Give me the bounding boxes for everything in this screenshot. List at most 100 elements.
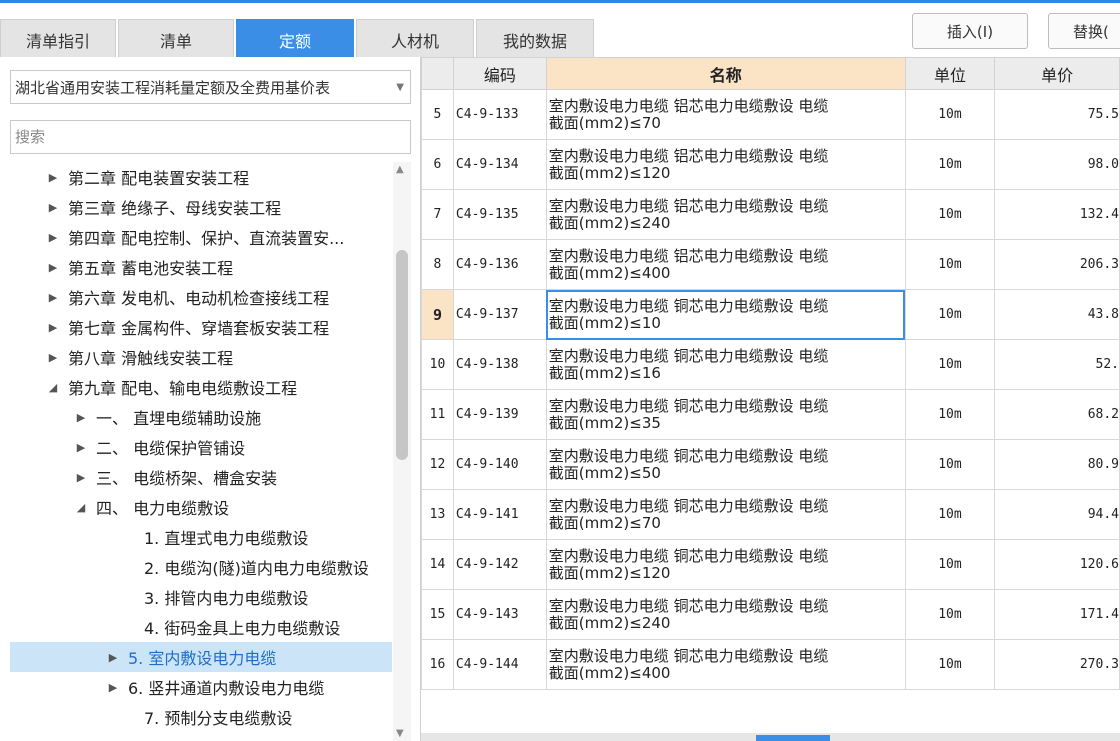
row-name[interactable]: 室内敷设电力电缆 铝芯电力电缆敷设 电缆 截面(mm2)≤70 bbox=[545, 89, 906, 140]
row-unit[interactable]: 10m bbox=[904, 289, 996, 340]
table-row[interactable]: 15 C4-9-143 室内敷设电力电缆 铜芯电力电缆敷设 电缆 截面(mm2)≤… bbox=[421, 589, 1120, 640]
expand-arrow-icon[interactable]: ▶ bbox=[46, 171, 60, 184]
tree-item-chapter-8[interactable]: ▶ 第八章 滑触线安装工程 bbox=[10, 342, 392, 372]
row-name[interactable]: 室内敷设电力电缆 铜芯电力电缆敷设 电缆 截面(mm2)≤400 bbox=[545, 639, 906, 690]
tree-item-chapter-4[interactable]: ▶ 第四章 配电控制、保护、直流装置安... bbox=[10, 222, 392, 252]
row-unit[interactable]: 10m bbox=[904, 389, 996, 440]
row-code[interactable]: C4-9-142 bbox=[452, 539, 547, 590]
row-price[interactable]: 94.4 bbox=[994, 489, 1120, 540]
tree-item-subsection-3[interactable]: 3. 排管内电力电缆敷设 bbox=[10, 582, 392, 612]
row-code[interactable]: C4-9-136 bbox=[452, 239, 547, 290]
row-price[interactable]: 98.0 bbox=[994, 139, 1120, 190]
header-price[interactable]: 单价 bbox=[994, 57, 1120, 90]
tree-item-chapter-5[interactable]: ▶ 第五章 蓄电池安装工程 bbox=[10, 252, 392, 282]
row-unit[interactable]: 10m bbox=[904, 589, 996, 640]
table-row[interactable]: 14 C4-9-142 室内敷设电力电缆 铜芯电力电缆敷设 电缆 截面(mm2)≤… bbox=[421, 539, 1120, 590]
table-row-active[interactable]: 9 C4-9-137 室内敷设电力电缆 铜芯电力电缆敷设 电缆 截面(mm2)≤1… bbox=[421, 289, 1120, 340]
tab-bill[interactable]: 清单 bbox=[118, 19, 234, 59]
table-scrollbar-thumb[interactable] bbox=[756, 735, 830, 741]
tree-item-section-4[interactable]: ◢ 四、 电力电缆敷设 bbox=[10, 492, 392, 522]
row-price[interactable]: 171.4 bbox=[994, 589, 1120, 640]
row-name[interactable]: 室内敷设电力电缆 铝芯电力电缆敷设 电缆 截面(mm2)≤120 bbox=[545, 139, 906, 190]
expand-arrow-icon[interactable]: ▶ bbox=[46, 291, 60, 304]
row-unit[interactable]: 10m bbox=[904, 539, 996, 590]
row-code[interactable]: C4-9-137 bbox=[452, 289, 547, 340]
chevron-down-icon[interactable]: ▼ bbox=[396, 82, 404, 93]
tree-item-chapter-3[interactable]: ▶ 第三章 绝缘子、母线安装工程 bbox=[10, 192, 392, 222]
scroll-down-icon[interactable]: ▼ bbox=[396, 728, 404, 739]
row-code[interactable]: C4-9-144 bbox=[452, 639, 547, 690]
expand-arrow-icon[interactable]: ▶ bbox=[46, 201, 60, 214]
tree-item-subsection-4[interactable]: 4. 街码金具上电力电缆敷设 bbox=[10, 612, 392, 642]
tab-labor-material-machine[interactable]: 人材机 bbox=[356, 19, 474, 59]
row-price[interactable]: 43.8 bbox=[994, 289, 1120, 340]
quota-library-select[interactable]: 湖北省通用安装工程消耗量定额及全费用基价表 ▼ bbox=[10, 70, 411, 104]
row-name[interactable]: 室内敷设电力电缆 铜芯电力电缆敷设 电缆 截面(mm2)≤240 bbox=[545, 589, 906, 640]
header-unit[interactable]: 单位 bbox=[904, 57, 996, 90]
tree-item-section-1[interactable]: ▶ 一、 直埋电缆辅助设施 bbox=[10, 402, 392, 432]
collapse-arrow-icon[interactable]: ◢ bbox=[74, 501, 88, 514]
row-name[interactable]: 室内敷设电力电缆 铜芯电力电缆敷设 电缆 截面(mm2)≤70 bbox=[545, 489, 906, 540]
row-name[interactable]: 室内敷设电力电缆 铜芯电力电缆敷设 电缆 截面(mm2)≤50 bbox=[545, 439, 906, 490]
tree-scrollbar-thumb[interactable] bbox=[396, 250, 408, 460]
replace-button[interactable]: 替换( bbox=[1048, 13, 1120, 49]
table-row[interactable]: 5 C4-9-133 室内敷设电力电缆 铝芯电力电缆敷设 电缆 截面(mm2)≤7… bbox=[421, 89, 1120, 140]
expand-arrow-icon[interactable]: ▶ bbox=[46, 321, 60, 334]
expand-arrow-icon[interactable]: ▶ bbox=[74, 471, 88, 484]
tree-scrollbar[interactable]: ▲ ▼ bbox=[393, 162, 411, 741]
row-code[interactable]: C4-9-140 bbox=[452, 439, 547, 490]
table-row[interactable]: 11 C4-9-139 室内敷设电力电缆 铜芯电力电缆敷设 电缆 截面(mm2)≤… bbox=[421, 389, 1120, 440]
table-row[interactable]: 7 C4-9-135 室内敷设电力电缆 铝芯电力电缆敷设 电缆 截面(mm2)≤2… bbox=[421, 189, 1120, 240]
tree-item-section-3[interactable]: ▶ 三、 电缆桥架、槽盒安装 bbox=[10, 462, 392, 492]
tree-item-section-2[interactable]: ▶ 二、 电缆保护管铺设 bbox=[10, 432, 392, 462]
row-code[interactable]: C4-9-134 bbox=[452, 139, 547, 190]
row-name[interactable]: 室内敷设电力电缆 铜芯电力电缆敷设 电缆 截面(mm2)≤16 bbox=[545, 339, 906, 390]
row-unit[interactable]: 10m bbox=[904, 639, 996, 690]
row-price[interactable]: 270.3 bbox=[994, 639, 1120, 690]
tree-item-chapter-2[interactable]: ▶ 第二章 配电装置安装工程 bbox=[10, 162, 392, 192]
row-price[interactable]: 80.9 bbox=[994, 439, 1120, 490]
row-code[interactable]: C4-9-133 bbox=[452, 89, 547, 140]
row-price[interactable]: 120.6 bbox=[994, 539, 1120, 590]
tree-item-subsection-5[interactable]: ▶ 5. 室内敷设电力电缆 bbox=[10, 642, 392, 672]
table-row[interactable]: 16 C4-9-144 室内敷设电力电缆 铜芯电力电缆敷设 电缆 截面(mm2)≤… bbox=[421, 639, 1120, 690]
header-code[interactable]: 编码 bbox=[452, 57, 547, 90]
row-unit[interactable]: 10m bbox=[904, 439, 996, 490]
row-name[interactable]: 室内敷设电力电缆 铜芯电力电缆敷设 电缆 截面(mm2)≤10 bbox=[545, 289, 906, 340]
row-code[interactable]: C4-9-143 bbox=[452, 589, 547, 640]
tree-item-chapter-6[interactable]: ▶ 第六章 发电机、电动机检查接线工程 bbox=[10, 282, 392, 312]
search-input[interactable] bbox=[10, 120, 411, 154]
row-name[interactable]: 室内敷设电力电缆 铝芯电力电缆敷设 电缆 截面(mm2)≤400 bbox=[545, 239, 906, 290]
row-price[interactable]: 132.4 bbox=[994, 189, 1120, 240]
header-name[interactable]: 名称 bbox=[545, 57, 906, 90]
row-unit[interactable]: 10m bbox=[904, 339, 996, 390]
scroll-up-icon[interactable]: ▲ bbox=[396, 164, 404, 175]
row-code[interactable]: C4-9-141 bbox=[452, 489, 547, 540]
expand-arrow-icon[interactable]: ▶ bbox=[106, 651, 120, 664]
expand-arrow-icon[interactable]: ▶ bbox=[46, 231, 60, 244]
expand-arrow-icon[interactable]: ▶ bbox=[74, 441, 88, 454]
row-name[interactable]: 室内敷设电力电缆 铜芯电力电缆敷设 电缆 截面(mm2)≤35 bbox=[545, 389, 906, 440]
tree-item-chapter-9[interactable]: ◢ 第九章 配电、输电电缆敷设工程 bbox=[10, 372, 392, 402]
tree-item-subsection-6[interactable]: ▶ 6. 竖井通道内敷设电力电缆 bbox=[10, 672, 392, 702]
tab-quota[interactable]: 定额 bbox=[236, 19, 354, 59]
row-unit[interactable]: 10m bbox=[904, 89, 996, 140]
row-price[interactable]: 206.3 bbox=[994, 239, 1120, 290]
collapse-arrow-icon[interactable]: ◢ bbox=[46, 381, 60, 394]
row-price[interactable]: 52. bbox=[994, 339, 1120, 390]
tab-my-data[interactable]: 我的数据 bbox=[476, 19, 594, 59]
tree-item-subsection-7[interactable]: 7. 预制分支电缆敷设 bbox=[10, 702, 392, 732]
table-row[interactable]: 8 C4-9-136 室内敷设电力电缆 铝芯电力电缆敷设 电缆 截面(mm2)≤4… bbox=[421, 239, 1120, 290]
row-name[interactable]: 室内敷设电力电缆 铜芯电力电缆敷设 电缆 截面(mm2)≤120 bbox=[545, 539, 906, 590]
tree-item-subsection-1[interactable]: 1. 直埋式电力电缆敷设 bbox=[10, 522, 392, 552]
row-code[interactable]: C4-9-135 bbox=[452, 189, 547, 240]
expand-arrow-icon[interactable]: ▶ bbox=[46, 261, 60, 274]
row-unit[interactable]: 10m bbox=[904, 239, 996, 290]
tab-bill-guide[interactable]: 清单指引 bbox=[0, 19, 116, 59]
tree-item-chapter-7[interactable]: ▶ 第七章 金属构件、穿墙套板安装工程 bbox=[10, 312, 392, 342]
row-unit[interactable]: 10m bbox=[904, 189, 996, 240]
expand-arrow-icon[interactable]: ▶ bbox=[106, 681, 120, 694]
row-unit[interactable]: 10m bbox=[904, 489, 996, 540]
row-name[interactable]: 室内敷设电力电缆 铝芯电力电缆敷设 电缆 截面(mm2)≤240 bbox=[545, 189, 906, 240]
table-row[interactable]: 13 C4-9-141 室内敷设电力电缆 铜芯电力电缆敷设 电缆 截面(mm2)≤… bbox=[421, 489, 1120, 540]
